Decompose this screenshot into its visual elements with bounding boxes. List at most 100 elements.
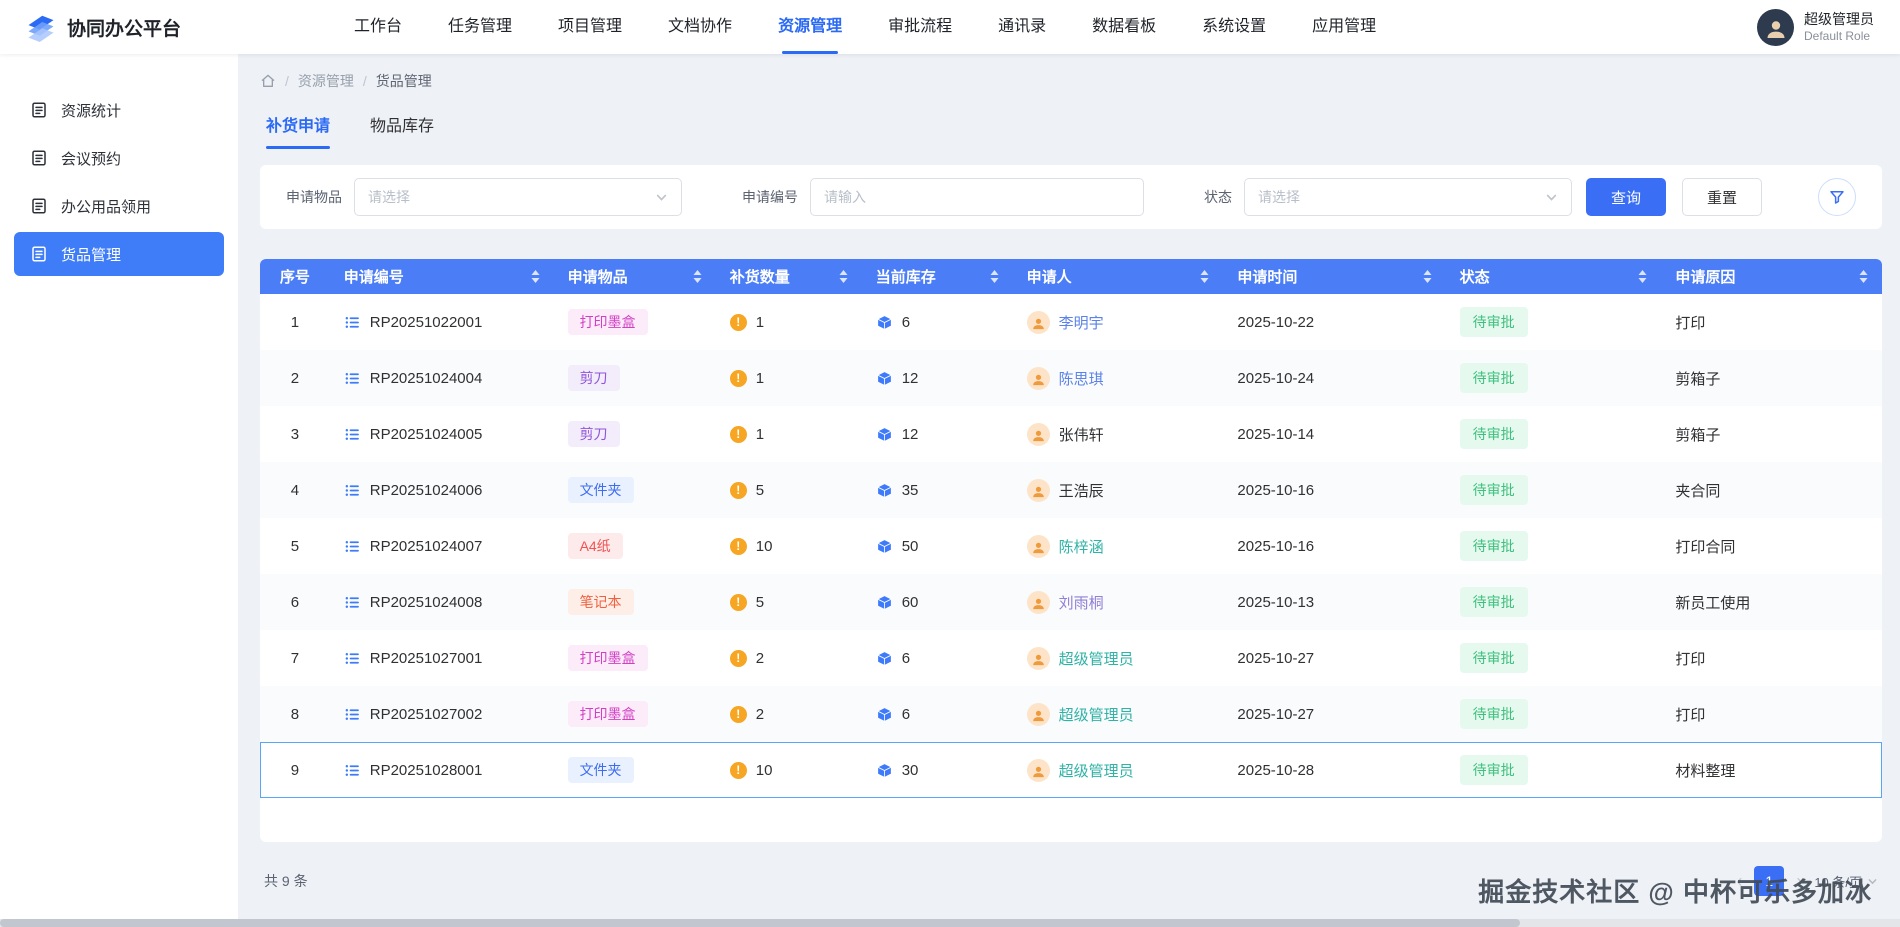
table-header-row: 序号申请编号申请物品补货数量当前库存申请人申请时间状态申请原因 xyxy=(260,259,1882,294)
scrollbar-thumb[interactable] xyxy=(0,919,1520,927)
sidebar-item[interactable]: 会议预约 xyxy=(14,136,224,180)
box-icon xyxy=(876,594,893,611)
top-nav-item[interactable]: 任务管理 xyxy=(448,0,512,54)
list-icon xyxy=(344,650,361,667)
sort-icon[interactable] xyxy=(1638,270,1647,283)
reset-button[interactable]: 重置 xyxy=(1682,178,1762,216)
qty-value: 2 xyxy=(756,650,764,667)
column-header[interactable]: 序号 xyxy=(260,259,330,294)
home-icon[interactable] xyxy=(260,73,276,89)
sort-icon[interactable] xyxy=(1859,270,1868,283)
status-badge: 待审批 xyxy=(1460,643,1528,673)
user-box[interactable]: 超级管理员 Default Role xyxy=(1757,9,1874,46)
cell-qty: !5 xyxy=(716,574,862,630)
column-header[interactable]: 申请编号 xyxy=(330,259,554,294)
sidebar-item[interactable]: 货品管理 xyxy=(14,232,224,276)
cell-status: 待审批 xyxy=(1446,574,1662,630)
column-header[interactable]: 状态 xyxy=(1446,259,1662,294)
column-header[interactable]: 当前库存 xyxy=(862,259,1013,294)
table-row[interactable]: 8RP20251027002打印墨盒!26超级管理员2025-10-27待审批打… xyxy=(260,686,1882,742)
top-nav-item[interactable]: 应用管理 xyxy=(1312,0,1376,54)
request-number: RP20251024006 xyxy=(370,482,483,499)
status-badge: 待审批 xyxy=(1460,531,1528,561)
column-header[interactable]: 申请时间 xyxy=(1223,259,1445,294)
top-nav-item[interactable]: 审批流程 xyxy=(888,0,952,54)
chevron-down-icon xyxy=(655,191,668,204)
item-select-placeholder: 请选择 xyxy=(368,187,410,207)
cell-stock: 50 xyxy=(862,518,1013,574)
sidebar-item[interactable]: 资源统计 xyxy=(14,88,224,132)
top-nav-item[interactable]: 系统设置 xyxy=(1202,0,1266,54)
applicant-name[interactable]: 刘雨桐 xyxy=(1059,592,1104,613)
status-select[interactable]: 请选择 xyxy=(1244,178,1572,216)
top-nav-item[interactable]: 数据看板 xyxy=(1092,0,1156,54)
box-icon xyxy=(876,314,893,331)
search-button[interactable]: 查询 xyxy=(1586,178,1666,216)
sort-icon[interactable] xyxy=(1423,270,1432,283)
horizontal-scrollbar[interactable] xyxy=(0,919,1900,927)
column-header[interactable]: 申请原因 xyxy=(1661,259,1882,294)
sort-icon[interactable] xyxy=(990,270,999,283)
cell-applicant: 李明宇 xyxy=(1013,294,1224,350)
cell-index: 9 xyxy=(260,742,330,798)
cell-index: 1 xyxy=(260,294,330,350)
applicant-name[interactable]: 超级管理员 xyxy=(1059,760,1134,781)
item-tag: 笔记本 xyxy=(568,589,634,616)
top-nav-item[interactable]: 文档协作 xyxy=(668,0,732,54)
applicant-name[interactable]: 超级管理员 xyxy=(1059,648,1134,669)
applicant-name[interactable]: 陈梓涵 xyxy=(1059,536,1104,557)
tab[interactable]: 补货申请 xyxy=(266,112,330,149)
table-row[interactable]: 2RP20251024004剪刀!112陈思琪2025-10-24待审批剪箱子 xyxy=(260,350,1882,406)
breadcrumb-item[interactable]: 货品管理 xyxy=(376,71,432,91)
stock-value: 60 xyxy=(902,594,919,611)
cell-time: 2025-10-13 xyxy=(1223,574,1445,630)
cell-stock: 6 xyxy=(862,294,1013,350)
request-number-input[interactable] xyxy=(810,178,1144,216)
avatar-icon[interactable] xyxy=(1757,9,1794,46)
table-row[interactable]: 1RP20251022001打印墨盒!16李明宇2025-10-22待审批打印 xyxy=(260,294,1882,350)
cell-qty: !1 xyxy=(716,294,862,350)
table-body: 1RP20251022001打印墨盒!16李明宇2025-10-22待审批打印2… xyxy=(260,294,1882,798)
table-row[interactable]: 9RP20251028001文件夹!1030超级管理员2025-10-28待审批… xyxy=(260,742,1882,798)
sidebar-item[interactable]: 办公用品领用 xyxy=(14,184,224,228)
applicant-name[interactable]: 超级管理员 xyxy=(1059,704,1134,725)
top-nav-item[interactable]: 工作台 xyxy=(354,0,402,54)
table-row[interactable]: 7RP20251027001打印墨盒!26超级管理员2025-10-27待审批打… xyxy=(260,630,1882,686)
table-row[interactable]: 4RP20251024006文件夹!535王浩辰2025-10-16待审批夹合同 xyxy=(260,462,1882,518)
sort-icon[interactable] xyxy=(839,270,848,283)
sort-icon[interactable] xyxy=(693,270,702,283)
column-header[interactable]: 补货数量 xyxy=(716,259,862,294)
status-badge: 待审批 xyxy=(1460,419,1528,449)
top-nav-item[interactable]: 项目管理 xyxy=(558,0,622,54)
filter-group-item: 申请物品 请选择 xyxy=(286,178,682,216)
item-select[interactable]: 请选择 xyxy=(354,178,682,216)
column-header[interactable]: 申请人 xyxy=(1013,259,1224,294)
cell-applicant: 刘雨桐 xyxy=(1013,574,1224,630)
table-row[interactable]: 5RP20251024007A4纸!1050陈梓涵2025-10-16待审批打印… xyxy=(260,518,1882,574)
column-header[interactable]: 申请物品 xyxy=(554,259,716,294)
filter-funnel-button[interactable] xyxy=(1818,178,1856,216)
stock-value: 12 xyxy=(902,370,919,387)
warning-icon: ! xyxy=(730,762,747,779)
table-row[interactable]: 3RP20251024005剪刀!112张伟轩2025-10-14待审批剪箱子 xyxy=(260,406,1882,462)
top-nav-item[interactable]: 资源管理 xyxy=(778,0,842,54)
applicant-name[interactable]: 张伟轩 xyxy=(1059,424,1104,445)
table-row[interactable]: 6RP20251024008笔记本!560刘雨桐2025-10-13待审批新员工… xyxy=(260,574,1882,630)
qty-value: 1 xyxy=(756,370,764,387)
tab[interactable]: 物品库存 xyxy=(370,112,434,149)
status-badge: 待审批 xyxy=(1460,755,1528,785)
top-nav-menu: 工作台任务管理项目管理文档协作资源管理审批流程通讯录数据看板系统设置应用管理 xyxy=(354,0,1757,54)
request-number: RP20251022001 xyxy=(370,314,483,331)
top-nav: 协同办公平台 工作台任务管理项目管理文档协作资源管理审批流程通讯录数据看板系统设… xyxy=(0,0,1900,54)
applicant-name[interactable]: 陈思琪 xyxy=(1059,368,1104,389)
applicant-name[interactable]: 王浩辰 xyxy=(1059,480,1104,501)
top-nav-item[interactable]: 通讯录 xyxy=(998,0,1046,54)
sidebar-item-label: 货品管理 xyxy=(61,244,121,265)
user-role: Default Role xyxy=(1804,29,1874,43)
applicant-name[interactable]: 李明宇 xyxy=(1059,312,1104,333)
sort-icon[interactable] xyxy=(1200,270,1209,283)
breadcrumb-item[interactable]: 资源管理 xyxy=(298,71,354,91)
list-icon xyxy=(344,370,361,387)
sort-icon[interactable] xyxy=(531,270,540,283)
cell-index: 5 xyxy=(260,518,330,574)
